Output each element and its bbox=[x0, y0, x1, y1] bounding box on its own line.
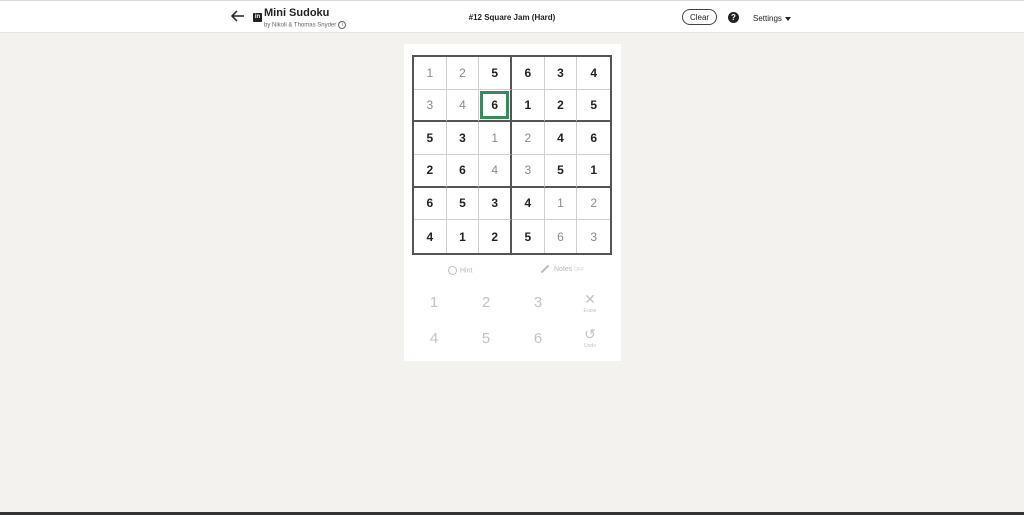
sudoku-cell[interactable]: 6 bbox=[512, 57, 545, 90]
erase-label: Erase bbox=[583, 308, 597, 314]
sudoku-cell[interactable]: 2 bbox=[414, 155, 447, 188]
erase-button[interactable]: ✕ Erase bbox=[575, 292, 605, 320]
caret-down-icon bbox=[784, 16, 791, 21]
sudoku-cell[interactable]: 5 bbox=[544, 155, 578, 188]
settings-menu[interactable]: Settings bbox=[753, 14, 791, 23]
sudoku-cell[interactable]: 3 bbox=[544, 57, 578, 90]
sudoku-cell[interactable]: 1 bbox=[512, 89, 545, 123]
notes-label: Notes bbox=[554, 266, 573, 273]
sudoku-cell[interactable]: 6 bbox=[446, 155, 480, 188]
lightbulb-icon bbox=[448, 266, 457, 275]
sudoku-cell[interactable]: 2 bbox=[544, 89, 578, 123]
hint-label: Hint bbox=[460, 267, 473, 275]
keypad-key-2[interactable]: 2 bbox=[466, 291, 506, 315]
sudoku-cell[interactable]: 5 bbox=[577, 90, 610, 123]
sudoku-cell[interactable]: 5 bbox=[446, 187, 480, 221]
settings-label: Settings bbox=[753, 14, 782, 23]
sudoku-cell[interactable]: 2 bbox=[446, 57, 480, 90]
sudoku-cell[interactable]: 1 bbox=[577, 155, 610, 188]
sudoku-cell[interactable]: 6 bbox=[479, 89, 512, 123]
sudoku-cell[interactable]: 2 bbox=[512, 122, 545, 155]
top-bar: in Mini Sudoku by Nikoli & Thomas Snyder… bbox=[0, 0, 1024, 33]
info-icon[interactable]: i bbox=[338, 21, 347, 29]
sudoku-cell[interactable]: 3 bbox=[446, 122, 480, 155]
notes-button[interactable]: Notes OFF bbox=[540, 264, 584, 274]
sudoku-cell[interactable]: 1 bbox=[447, 220, 480, 253]
game-card: 125634346125531246264351653412412563 Hin… bbox=[404, 44, 621, 361]
sudoku-cell[interactable]: 5 bbox=[414, 122, 447, 155]
keypad-key-3[interactable]: 3 bbox=[518, 291, 558, 315]
help-icon[interactable]: ? bbox=[728, 12, 739, 23]
sudoku-cell[interactable]: 3 bbox=[414, 89, 447, 123]
tools-row: Hint Notes OFF bbox=[404, 263, 621, 279]
undo-label: Undo bbox=[584, 343, 596, 349]
close-icon: ✕ bbox=[584, 291, 596, 307]
keypad-key-6[interactable]: 6 bbox=[518, 327, 558, 351]
sudoku-cell[interactable]: 3 bbox=[577, 220, 610, 253]
sudoku-cell[interactable]: 2 bbox=[577, 188, 610, 221]
sudoku-cell[interactable]: 1 bbox=[479, 122, 512, 155]
sudoku-cell[interactable]: 6 bbox=[414, 187, 447, 221]
keypad-key-5[interactable]: 5 bbox=[466, 327, 506, 351]
byline: by Nikoli & Thomas Snyder i bbox=[264, 21, 347, 29]
sudoku-cell[interactable]: 1 bbox=[414, 57, 447, 90]
hint-button[interactable]: Hint bbox=[448, 266, 472, 275]
notes-toggle[interactable]: OFF bbox=[574, 267, 584, 273]
puzzle-title: #12 Square Jam (Hard) bbox=[468, 13, 556, 22]
keypad-key-4[interactable]: 4 bbox=[414, 327, 454, 351]
sudoku-cell[interactable]: 4 bbox=[512, 187, 545, 221]
sudoku-cell[interactable]: 3 bbox=[512, 155, 545, 188]
sudoku-cell[interactable]: 4 bbox=[446, 89, 480, 123]
undo-button[interactable]: ↺ Undo bbox=[575, 327, 605, 355]
sudoku-cell[interactable]: 4 bbox=[414, 220, 447, 253]
sudoku-cell[interactable]: 4 bbox=[479, 155, 512, 188]
sudoku-cell[interactable]: 5 bbox=[479, 57, 512, 90]
sudoku-cell[interactable]: 1 bbox=[544, 187, 578, 221]
keypad-key-1[interactable]: 1 bbox=[414, 291, 454, 315]
sudoku-cell[interactable]: 4 bbox=[544, 122, 578, 155]
sudoku-cell[interactable]: 3 bbox=[479, 187, 512, 221]
clear-button[interactable]: Clear bbox=[682, 9, 717, 25]
sudoku-cell[interactable]: 5 bbox=[512, 220, 545, 253]
byline-text: by Nikoli & Thomas Snyder bbox=[264, 22, 337, 29]
sudoku-cell[interactable]: 6 bbox=[577, 122, 610, 155]
undo-icon: ↺ bbox=[584, 326, 596, 342]
sudoku-cell[interactable]: 6 bbox=[545, 220, 578, 253]
pencil-icon bbox=[540, 264, 550, 274]
sudoku-cell[interactable]: 2 bbox=[479, 220, 512, 253]
sudoku-cell[interactable]: 4 bbox=[577, 57, 610, 90]
sudoku-board: 125634346125531246264351653412412563 bbox=[412, 55, 612, 255]
